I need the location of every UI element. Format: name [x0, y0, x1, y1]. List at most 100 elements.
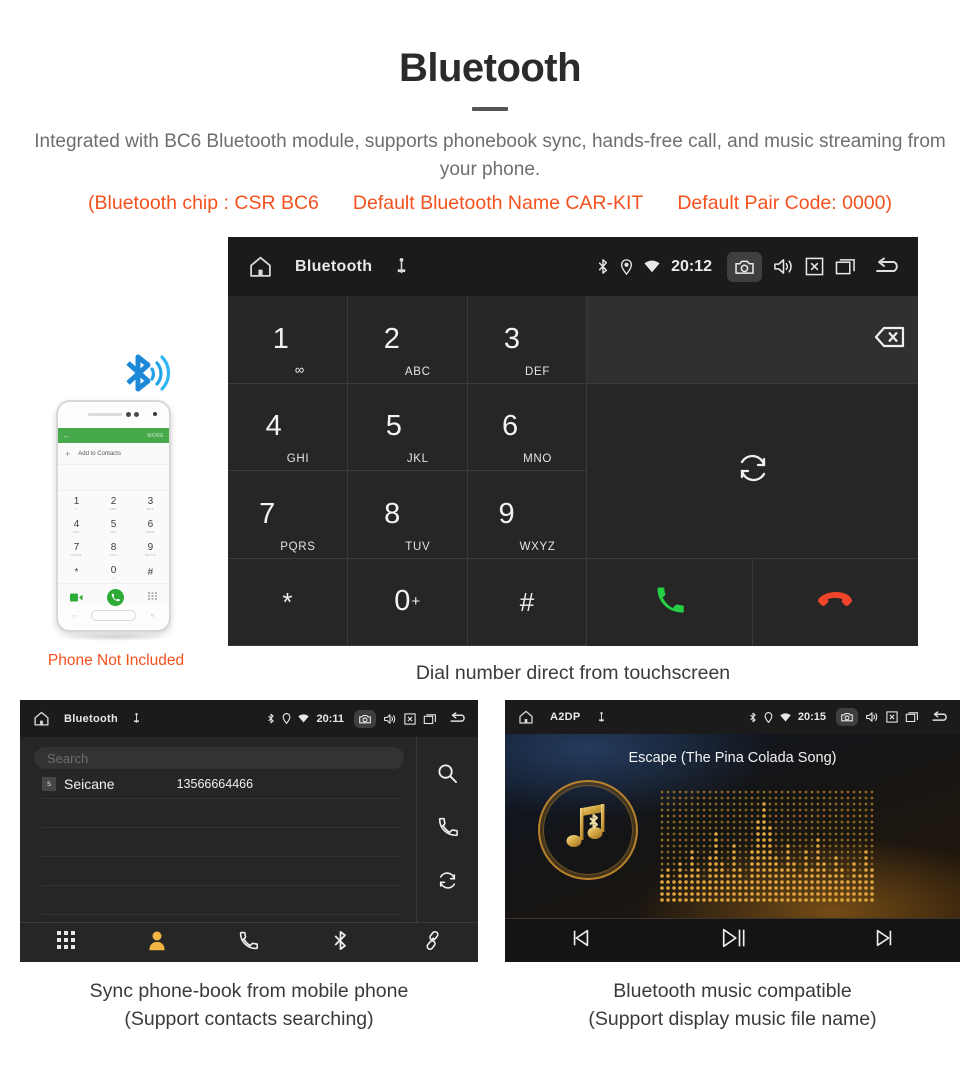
- call-end-icon: [817, 588, 854, 617]
- phone-keypad-icon: [148, 589, 157, 607]
- back-icon[interactable]: [931, 710, 951, 724]
- link-pair-icon: [422, 930, 443, 956]
- previous-track-icon: [570, 927, 592, 954]
- dialpad-key-hash[interactable]: #: [467, 558, 588, 646]
- nav-call-history[interactable]: [203, 931, 295, 955]
- dialpad-key-8[interactable]: 8 TUV: [347, 471, 468, 559]
- number-display-field[interactable]: [587, 296, 918, 384]
- phone-add-contact-label: Add to Contacts: [78, 450, 121, 457]
- back-icon[interactable]: [874, 257, 904, 277]
- dialpad-key-1[interactable]: 1 ∞: [228, 296, 348, 384]
- dialpad-key-7[interactable]: 7 PQRS: [228, 471, 348, 559]
- statusbar-right: 20:12: [586, 251, 904, 282]
- call-icon[interactable]: [438, 817, 458, 842]
- camera-icon[interactable]: [836, 708, 858, 726]
- contact-avatar: s: [42, 776, 56, 791]
- play-pause-button[interactable]: [657, 926, 809, 955]
- phone-key: 9 WXYZ: [145, 542, 156, 558]
- camera-icon[interactable]: [727, 251, 762, 282]
- call-answer-button[interactable]: [587, 558, 754, 646]
- statusbar-title: Bluetooth: [64, 712, 119, 725]
- close-icon[interactable]: [805, 257, 824, 276]
- contact-row[interactable]: s Seicane 13566664466: [42, 769, 402, 799]
- backspace-icon[interactable]: [862, 322, 906, 357]
- call-answer-icon: [655, 585, 685, 620]
- phone-number-display: [58, 465, 169, 491]
- bluetooth-icon: [267, 713, 275, 724]
- phone-keypad: 1 ∞ 2 ABC 3 DEF 4 GHI 5 JKL 6 MNO 7 PQRS 8 TUV 9…: [58, 491, 169, 583]
- nav-dialpad[interactable]: [20, 931, 112, 954]
- dialpad-key-star[interactable]: *: [228, 558, 348, 646]
- sync-button[interactable]: [587, 384, 918, 559]
- statusbar-left: A2DP: [518, 709, 606, 725]
- search-icon[interactable]: [437, 763, 458, 789]
- main-unit-caption: Dial number direct from touchscreen: [415, 662, 731, 684]
- dialpad-key-4[interactable]: 4 GHI: [228, 383, 348, 471]
- sync-icon: [736, 451, 770, 490]
- page-subtitle: Integrated with BC6 Bluetooth module, su…: [34, 131, 946, 180]
- volume-icon[interactable]: [773, 257, 794, 276]
- phone-more-label: MORE: [147, 432, 164, 439]
- playback-controls: [505, 918, 960, 962]
- dialpad-key-2[interactable]: 2 ABC: [347, 296, 468, 384]
- dialpad-key-0[interactable]: 0 +: [347, 558, 468, 646]
- home-icon[interactable]: [248, 254, 273, 279]
- camera-icon[interactable]: [354, 709, 376, 728]
- volume-icon[interactable]: [865, 711, 879, 723]
- phone-key: 7 PQRS: [71, 542, 82, 558]
- location-icon: [620, 258, 633, 275]
- home-icon[interactable]: [33, 710, 50, 727]
- phone-shadow: [60, 633, 168, 641]
- phone-back-key: ↰: [149, 614, 155, 620]
- statusbar-title: Bluetooth: [295, 257, 373, 275]
- phone-key: 0 +: [110, 565, 117, 581]
- recents-icon[interactable]: [835, 257, 856, 276]
- location-icon: [282, 713, 291, 724]
- play-pause-icon: [720, 926, 746, 955]
- music-caption: Bluetooth music compatible (Support disp…: [505, 978, 960, 1033]
- phone-key: 6 MNO: [146, 519, 155, 535]
- close-icon[interactable]: [886, 711, 898, 723]
- phone-sensor: [126, 412, 131, 417]
- bluetooth-icon: [333, 930, 348, 956]
- next-track-button[interactable]: [808, 927, 960, 954]
- spec-pair-code: Default Pair Code: 0000): [677, 192, 892, 215]
- statusbar-right: 20:15: [742, 708, 951, 726]
- dialpad-key-3[interactable]: 3 DEF: [467, 296, 588, 384]
- search-input[interactable]: Search: [34, 747, 404, 769]
- music-caption-line2: (Support display music file name): [588, 1007, 877, 1030]
- phone-earpiece-area: [58, 402, 169, 428]
- nav-contacts[interactable]: [112, 930, 204, 956]
- sync-icon[interactable]: [437, 870, 458, 896]
- statusbar-left: Bluetooth: [33, 710, 141, 727]
- usb-icon: [132, 713, 141, 724]
- call-end-button[interactable]: [753, 559, 918, 647]
- nav-pair-link[interactable]: [386, 930, 478, 956]
- phone-key: #: [147, 567, 154, 578]
- volume-icon[interactable]: [383, 713, 397, 725]
- previous-track-button[interactable]: [505, 927, 657, 954]
- contact-list: Search s Seicane 13566664466: [20, 737, 417, 922]
- dialer-body: 1 ∞ 2 ABC 3 DEF 4 GHI 5 JKL 6 MNO 7 PQRS…: [228, 296, 918, 646]
- nav-bluetooth[interactable]: [295, 930, 387, 956]
- car-unit-music-screen: A2DP 20:15 Escape (The Pina Colada Song): [505, 700, 960, 962]
- dialpad-key-9[interactable]: 9 WXYZ: [467, 471, 588, 559]
- dialpad-key-5[interactable]: 5 JKL: [347, 383, 468, 471]
- phone-add-contact-row: + Add to Contacts: [58, 443, 169, 465]
- recents-icon[interactable]: [423, 713, 437, 725]
- dialpad-key-6[interactable]: 6 MNO: [467, 383, 588, 471]
- contact-row-empty: [42, 857, 402, 886]
- recents-icon[interactable]: [905, 711, 919, 723]
- phone-key: 8 TUV: [109, 542, 118, 558]
- phone-not-included-caption: Phone Not Included: [47, 652, 185, 669]
- close-icon[interactable]: [404, 712, 416, 725]
- page-root: Bluetooth Integrated with BC6 Bluetooth …: [0, 0, 980, 1091]
- contact-row-empty: [42, 799, 402, 828]
- phonebook-caption-line1: Sync phone-book from mobile phone: [89, 980, 409, 1002]
- call-action-row: [587, 558, 918, 647]
- phonebook-side-actions: [417, 737, 478, 922]
- statusbar-clock: 20:12: [671, 257, 712, 275]
- phone-videocall-icon: [70, 589, 83, 607]
- home-icon[interactable]: [518, 709, 534, 725]
- back-icon[interactable]: [449, 712, 469, 725]
